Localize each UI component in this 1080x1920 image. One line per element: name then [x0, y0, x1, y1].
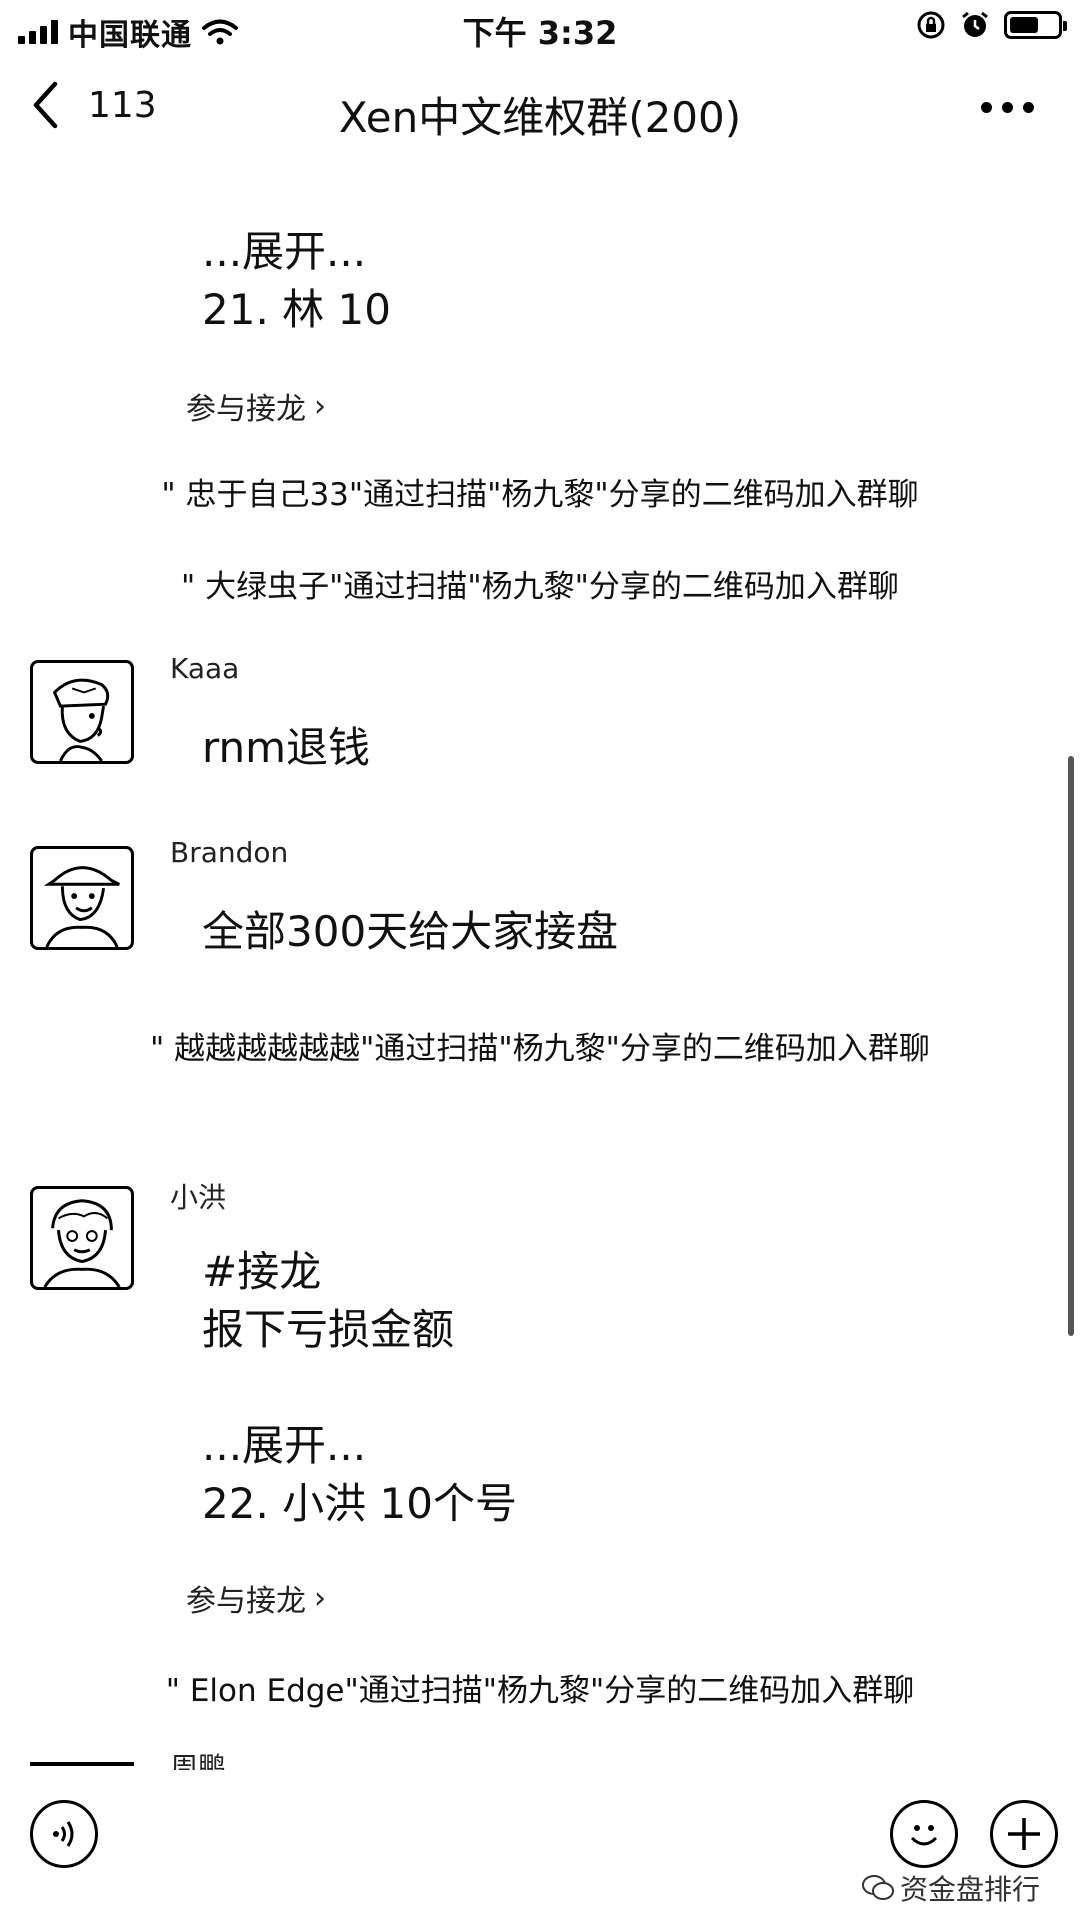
sender-name: Brandon: [170, 836, 289, 869]
plus-icon: [1008, 1818, 1040, 1850]
status-right: [916, 10, 1067, 40]
avatar-image: [43, 866, 120, 947]
sender-name: 小洪: [170, 1181, 227, 1214]
nav-bar: 113 Xen中文维权群(200): [0, 56, 1080, 166]
join-jielong-label: 参与接龙: [186, 392, 306, 427]
status-bar: 中国联通 下午 3:32: [0, 0, 1080, 56]
message-text[interactable]: #接龙: [202, 1242, 321, 1302]
message-text[interactable]: 报下亏损金额: [202, 1300, 454, 1360]
jielong-expand[interactable]: ...展开...: [202, 1416, 366, 1476]
sender-name: 周鹏: [170, 1751, 227, 1771]
chevron-right-icon: ›: [314, 1580, 326, 1616]
chat-messages[interactable]: ...展开... 21. 林 10 参与接龙 › " 忠于自己33"通过扫描"杨…: [0, 166, 1080, 1770]
avatar-image: [43, 1199, 121, 1287]
watermark: 资金盘排行: [861, 1868, 1040, 1908]
sender-name: Kaaa: [170, 652, 240, 685]
join-jielong-link[interactable]: 参与接龙 ›: [186, 1576, 326, 1620]
avatar-partial[interactable]: [30, 1762, 134, 1770]
alarm-icon: [962, 11, 988, 37]
voice-icon: [53, 1821, 74, 1847]
scrollbar[interactable]: [1068, 756, 1074, 1336]
emoji-icon: [910, 1825, 938, 1846]
system-message: " 大绿虫子"通过扫描"杨九黎"分享的二维码加入群聊: [181, 569, 899, 605]
watermark-text: 资金盘排行: [899, 1873, 1040, 1906]
message-text[interactable]: rnm退钱: [202, 718, 370, 778]
battery-level: [1010, 17, 1038, 33]
join-jielong-label: 参与接龙: [186, 1584, 306, 1619]
jielong-entry: 22. 小洪 10个号: [202, 1479, 517, 1528]
message-text[interactable]: 全部300天给大家接盘: [202, 902, 618, 962]
voice-button[interactable]: [30, 1800, 98, 1868]
more-dots-icon: [981, 102, 992, 113]
system-message: " 越越越越越越"通过扫描"杨九黎"分享的二维码加入群聊: [150, 1031, 930, 1067]
input-bar: 资金盘排行: [0, 1770, 1080, 1920]
plus-button[interactable]: [990, 1800, 1058, 1868]
rotation-lock-icon: [917, 11, 945, 39]
system-message: " Elon Edge"通过扫描"杨九黎"分享的二维码加入群聊: [165, 1673, 915, 1709]
battery-icon: [1004, 11, 1067, 39]
avatar[interactable]: [30, 1186, 134, 1290]
join-jielong-link[interactable]: 参与接龙 ›: [186, 384, 326, 428]
avatar[interactable]: [30, 846, 134, 950]
wechat-logo-icon: [861, 1875, 894, 1900]
avatar[interactable]: [30, 660, 134, 764]
more-options-button[interactable]: [975, 96, 1040, 119]
jielong-entry: 21. 林 10: [202, 285, 391, 334]
chevron-right-icon: ›: [314, 388, 326, 424]
jielong-expand[interactable]: ...展开...: [202, 222, 366, 282]
chat-title: Xen中文维权群(200): [338, 93, 742, 142]
system-message: " 忠于自己33"通过扫描"杨九黎"分享的二维码加入群聊: [161, 477, 919, 513]
avatar-image: [52, 678, 110, 761]
emoji-button[interactable]: [890, 1800, 958, 1868]
